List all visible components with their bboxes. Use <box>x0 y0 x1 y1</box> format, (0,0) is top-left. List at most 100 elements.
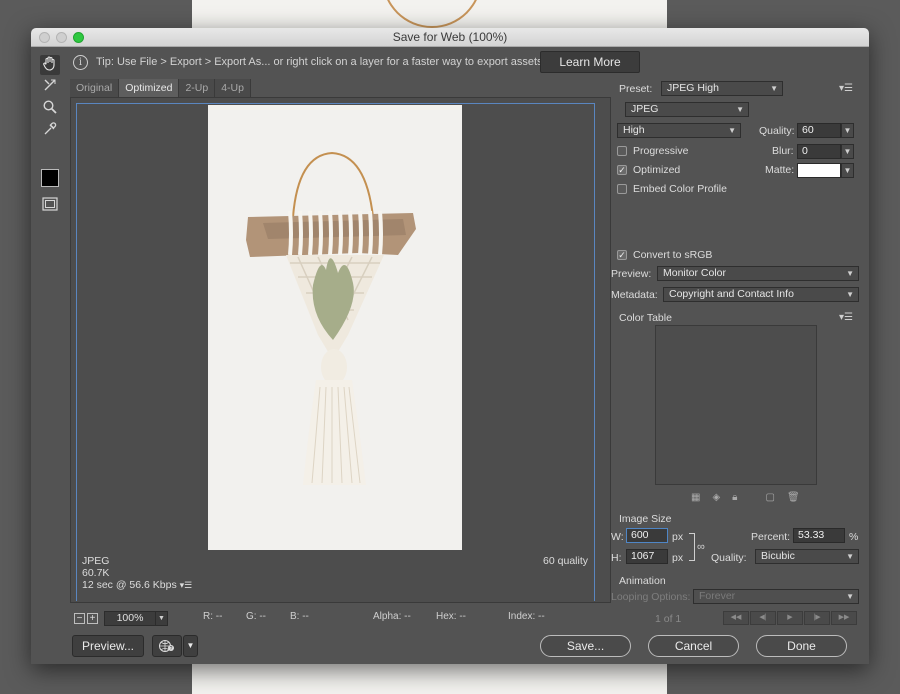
animation-frame-counter: 1 of 1 <box>655 613 682 625</box>
percent-field[interactable]: 53.33 <box>793 528 845 543</box>
previous-frame-icon: ◀| <box>750 611 776 625</box>
tab-optimized[interactable]: Optimized <box>119 79 180 97</box>
animation-controls: ◀◀ ◀| ▶ |▶ ▶▶ <box>723 611 857 625</box>
resample-quality-select[interactable]: Bicubic ▼ <box>755 549 859 564</box>
preset-label: Preset: <box>619 83 653 95</box>
zoom-window-button[interactable] <box>73 32 84 43</box>
close-window-button[interactable] <box>39 32 50 43</box>
info-download-time: 12 sec @ 56.6 Kbps <box>82 579 177 591</box>
minimize-window-button[interactable] <box>56 32 67 43</box>
new-color-icon[interactable]: ▢ <box>765 492 774 503</box>
readout-r: R: -- <box>203 611 223 622</box>
format-select[interactable]: JPEG ▼ <box>625 102 749 117</box>
tab-4-up[interactable]: 4-Up <box>215 79 251 97</box>
slice-select-tool-icon[interactable] <box>40 77 60 97</box>
percent-unit: % <box>849 531 859 543</box>
metadata-select[interactable]: Copyright and Contact Info ▼ <box>663 287 859 302</box>
info-icon: i <box>73 54 88 70</box>
info-format: JPEG <box>82 555 110 567</box>
learn-more-button[interactable]: Learn More <box>540 51 640 73</box>
delete-color-icon[interactable]: 🗑︎ <box>787 492 800 503</box>
tab-original[interactable]: Original <box>70 79 120 97</box>
web-snap-icon[interactable]: ◈ <box>712 492 720 503</box>
toolbox <box>31 49 69 629</box>
matte-color-swatch[interactable] <box>797 163 841 178</box>
info-file-size: 60.7K <box>82 567 110 579</box>
zoom-in-button[interactable]: + <box>87 612 98 624</box>
play-icon: ▶ <box>777 611 803 625</box>
zoom-out-button[interactable]: − <box>74 612 85 624</box>
height-field[interactable]: 1067 <box>626 549 668 564</box>
map-to-transparent-icon[interactable]: ▦ <box>691 492 700 503</box>
height-label: H: <box>611 552 622 564</box>
width-field[interactable]: 600 <box>626 528 668 543</box>
next-frame-icon: |▶ <box>804 611 830 625</box>
background-photo-bottom <box>192 664 667 694</box>
preview-canvas: JPEG 60.7K 12 sec @ 56.6 Kbps ▾☰ 60 qual… <box>70 97 611 603</box>
blur-label: Blur: <box>772 145 794 157</box>
zoom-level-field[interactable]: 100% <box>104 610 156 626</box>
percent-label: Percent: <box>751 531 791 543</box>
embed-color-profile-label: Embed Color Profile <box>633 183 727 195</box>
convert-srgb-checkbox[interactable]: ✓ <box>617 250 627 260</box>
quality-slider-chevron-icon[interactable]: ▼ <box>841 123 854 138</box>
browser-select-chevron-icon[interactable]: ▼ <box>183 635 198 657</box>
readout-b: B: -- <box>290 611 309 622</box>
optimization-settings-panel: Preset: JPEG High ▼ ▾☰ JPEG ▼ High ▼ Qualit… <box>611 76 869 664</box>
readout-index: Index: -- <box>508 611 545 622</box>
animation-label: Animation <box>619 575 666 587</box>
toggle-slices-visibility-icon[interactable] <box>40 196 60 216</box>
quality-level-select[interactable]: High ▼ <box>617 123 741 138</box>
matte-chevron-icon[interactable]: ▼ <box>841 163 854 178</box>
zoom-dropdown-chevron-icon[interactable]: ▼ <box>156 610 168 626</box>
progressive-checkbox[interactable] <box>617 146 627 156</box>
status-bar: − + 100% ▼ R: -- G: -- B: -- Alpha: -- H… <box>70 610 611 626</box>
preview-button[interactable]: Preview... <box>72 635 144 657</box>
preview-mode-label: Preview: <box>611 268 652 280</box>
optimized-label: Optimized <box>633 164 681 176</box>
readout-alpha: Alpha: -- <box>373 611 411 622</box>
optimized-checkbox[interactable]: ✓ <box>617 165 627 175</box>
width-label: W: <box>611 531 624 543</box>
embed-color-profile-checkbox[interactable] <box>617 184 627 194</box>
eyedropper-color-swatch[interactable] <box>41 169 59 187</box>
color-table-menu-icon[interactable]: ▾☰ <box>839 312 853 323</box>
image-size-label: Image Size <box>619 513 672 525</box>
optimized-preview-pane[interactable]: JPEG 60.7K 12 sec @ 56.6 Kbps ▾☰ 60 qual… <box>76 103 595 601</box>
color-table-label: Color Table <box>619 312 672 324</box>
hand-tool-icon[interactable] <box>40 55 60 75</box>
download-rate-menu-icon[interactable]: ▾☰ <box>180 580 193 590</box>
preset-select[interactable]: JPEG High ▼ <box>661 81 783 96</box>
link-proportions-icon[interactable]: ∞ <box>697 541 705 553</box>
matte-label: Matte: <box>765 164 795 176</box>
browser-preview-icon[interactable]: ? <box>152 635 182 657</box>
lock-color-icon[interactable]: 🔒︎ <box>732 492 737 503</box>
quality-label: Quality: <box>759 125 795 137</box>
first-frame-icon: ◀◀ <box>723 611 749 625</box>
image-info-bar: JPEG 60.7K 12 sec @ 56.6 Kbps ▾☰ 60 qual… <box>77 551 594 601</box>
resample-quality-label: Quality: <box>711 552 747 564</box>
window-title: Save for Web (100%) <box>392 30 508 44</box>
quality-field[interactable]: 60 <box>797 123 841 138</box>
looping-options-select: Forever ▼ <box>693 589 859 604</box>
convert-srgb-label: Convert to sRGB <box>633 249 713 261</box>
save-for-web-dialog: Save for Web (100%) i Tip: Use File > Ex… <box>31 28 869 664</box>
zoom-tool-icon[interactable] <box>40 99 60 119</box>
info-quality: 60 quality <box>543 555 588 567</box>
tip-bar: i Tip: Use File > Export > Export As... … <box>61 49 869 75</box>
readout-g: G: -- <box>246 611 266 622</box>
background-photo-top <box>192 0 667 30</box>
blur-slider-chevron-icon[interactable]: ▼ <box>841 144 854 159</box>
settings-menu-icon[interactable]: ▾☰ <box>839 83 853 94</box>
eyedropper-tool-icon[interactable] <box>40 121 60 141</box>
blur-field[interactable]: 0 <box>797 144 841 159</box>
tip-text: Tip: Use File > Export > Export As... or… <box>96 56 543 68</box>
width-unit: px <box>672 531 684 543</box>
readout-hex: Hex: -- <box>436 611 466 622</box>
preview-mode-select[interactable]: Monitor Color ▼ <box>657 266 859 281</box>
tab-2-up[interactable]: 2-Up <box>179 79 216 97</box>
color-table-toolbar: ▦ ◈ 🔒︎ ▢ 🗑︎ <box>691 492 800 503</box>
height-unit: px <box>672 552 684 564</box>
looping-options-label: Looping Options: <box>611 591 691 603</box>
color-table <box>655 325 817 485</box>
